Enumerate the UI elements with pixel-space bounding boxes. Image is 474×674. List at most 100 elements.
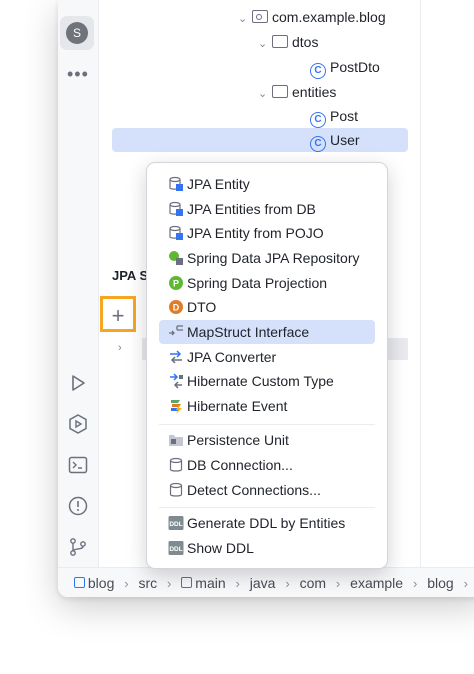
breadcrumb-item[interactable]: blog: [88, 568, 114, 597]
chevron-down-icon[interactable]: ⌄: [258, 82, 272, 106]
hibernate-event-icon: [171, 400, 182, 414]
menu-separator: [159, 507, 375, 508]
problems-icon[interactable]: [67, 495, 89, 517]
menu-item-hibernate-custom-type[interactable]: Hibernate Custom Type: [159, 369, 375, 393]
menu-item-label: Spring Data Projection: [187, 275, 328, 291]
new-jpa-menu: JPA Entity JPA Entities from DB JPA Enti…: [146, 162, 388, 569]
menu-item-jpa-entities-from-db[interactable]: JPA Entities from DB: [159, 197, 375, 221]
menu-item-label: JPA Entities from DB: [187, 201, 316, 217]
chevron-down-icon[interactable]: ⌄: [238, 7, 252, 31]
tree-item-postdto[interactable]: C PostDto: [310, 55, 380, 79]
avatar: S: [66, 22, 88, 44]
breadcrumb-separator: ›: [124, 576, 129, 591]
menu-item-label: Generate DDL by Entities: [187, 515, 346, 531]
breadcrumb-item[interactable]: example: [350, 568, 403, 597]
spring-repository-icon: [169, 251, 183, 265]
projection-icon: P: [169, 276, 183, 290]
ddl-icon: DDL: [168, 516, 184, 530]
breadcrumb-separator: ›: [335, 576, 341, 591]
class-icon: C: [310, 63, 326, 79]
tree-item-label: entities: [292, 84, 337, 100]
git-icon[interactable]: [67, 536, 89, 558]
menu-separator: [159, 424, 375, 425]
folder-icon: [272, 35, 288, 48]
menu-item-dto[interactable]: D DTO: [159, 295, 375, 319]
project-avatar-button[interactable]: S: [60, 16, 94, 50]
add-button[interactable]: +: [100, 296, 136, 332]
tree-item-user[interactable]: C User: [310, 128, 360, 152]
menu-item-label: DTO: [187, 299, 217, 315]
menu-item-label: DB Connection...: [187, 457, 293, 473]
custom-type-icon: [170, 373, 183, 389]
menu-item-jpa-entity-from-pojo[interactable]: JPA Entity from POJO: [159, 221, 375, 245]
folder-icon: [272, 85, 288, 98]
breadcrumb-separator: ›: [285, 576, 290, 591]
breadcrumb-separator: ›: [235, 576, 240, 591]
tree-item-dtos[interactable]: ⌄ dtos: [258, 30, 318, 54]
panel-divider: [420, 0, 421, 567]
tree-item-label: dtos: [292, 34, 319, 50]
plus-icon: +: [111, 303, 125, 328]
breadcrumb-separator: ›: [167, 576, 172, 591]
jpa-entity-icon: [169, 201, 183, 216]
menu-item-label: JPA Entity from POJO: [187, 225, 324, 241]
ddl-icon: DDL: [168, 541, 184, 555]
menu-item-label: JPA Converter: [187, 349, 277, 365]
tree-item-package[interactable]: ⌄ com.example.blog: [238, 5, 386, 29]
persistence-unit-icon: [169, 435, 183, 446]
breadcrumb: blog › src › main › java › com › example…: [58, 567, 474, 597]
tree-item-label: com.example.blog: [272, 9, 386, 25]
menu-item-label: Persistence Unit: [187, 432, 289, 448]
menu-item-show-ddl[interactable]: DDL Show DDL: [159, 536, 375, 560]
run-icon[interactable]: [67, 372, 89, 394]
source-folder-icon: [181, 577, 193, 588]
menu-item-spring-data-projection[interactable]: P Spring Data Projection: [159, 271, 375, 295]
chevron-right-icon[interactable]: ›: [118, 342, 122, 354]
package-icon: [252, 10, 268, 23]
breadcrumb-item[interactable]: java: [250, 568, 276, 597]
terminal-icon[interactable]: [67, 454, 89, 476]
breadcrumb-item[interactable]: src: [138, 568, 157, 597]
detect-connections-icon: [169, 482, 183, 497]
svg-text:DDL: DDL: [169, 521, 182, 528]
menu-item-detect-connections[interactable]: Detect Connections...: [159, 478, 375, 502]
breadcrumb-separator: ›: [412, 576, 418, 591]
menu-item-jpa-entity[interactable]: JPA Entity: [159, 172, 375, 196]
menu-item-label: Show DDL: [187, 540, 254, 556]
menu-item-jpa-converter[interactable]: JPA Converter: [159, 345, 375, 369]
menu-item-generate-ddl[interactable]: DDL Generate DDL by Entities: [159, 511, 375, 535]
menu-item-label: Hibernate Custom Type: [187, 373, 334, 389]
menu-item-persistence-unit[interactable]: Persistence Unit: [159, 428, 375, 452]
tree-item-label: Post: [330, 108, 359, 124]
breadcrumb-item[interactable]: blog: [427, 568, 453, 597]
mapstruct-icon: [169, 325, 183, 336]
menu-item-spring-data-jpa-repository[interactable]: Spring Data JPA Repository: [159, 246, 375, 270]
converter-icon: [170, 350, 182, 364]
tool-window-stripe: S •••: [58, 0, 99, 567]
jpa-structure-title: JPA S: [112, 268, 149, 283]
jpa-entity-icon: [169, 225, 183, 240]
tree-item-post[interactable]: C Post: [310, 104, 358, 128]
menu-item-label: MapStruct Interface: [187, 324, 310, 340]
svg-text:DDL: DDL: [169, 546, 182, 553]
breadcrumb-separator: ›: [463, 576, 468, 591]
breadcrumb-item[interactable]: main: [195, 568, 225, 597]
more-icon[interactable]: •••: [67, 64, 89, 85]
menu-item-db-connection[interactable]: DB Connection...: [159, 453, 375, 477]
menu-item-label: Spring Data JPA Repository: [187, 250, 360, 266]
menu-item-hibernate-event[interactable]: Hibernate Event: [159, 394, 375, 418]
class-icon: C: [310, 112, 326, 128]
tree-item-entities[interactable]: ⌄ entities: [258, 80, 336, 104]
menu-item-mapstruct-interface[interactable]: MapStruct Interface: [159, 320, 375, 344]
svg-text:D: D: [173, 303, 180, 313]
breadcrumb-item[interactable]: com: [300, 568, 326, 597]
tree-item-label: User: [330, 132, 360, 148]
class-icon: C: [310, 136, 326, 152]
module-icon: [73, 577, 85, 588]
menu-item-label: JPA Entity: [187, 176, 250, 192]
menu-item-label: Hibernate Event: [187, 398, 288, 414]
db-connection-icon: [169, 457, 183, 472]
services-icon[interactable]: [67, 413, 89, 435]
svg-text:P: P: [173, 279, 179, 289]
chevron-down-icon[interactable]: ⌄: [258, 32, 272, 56]
